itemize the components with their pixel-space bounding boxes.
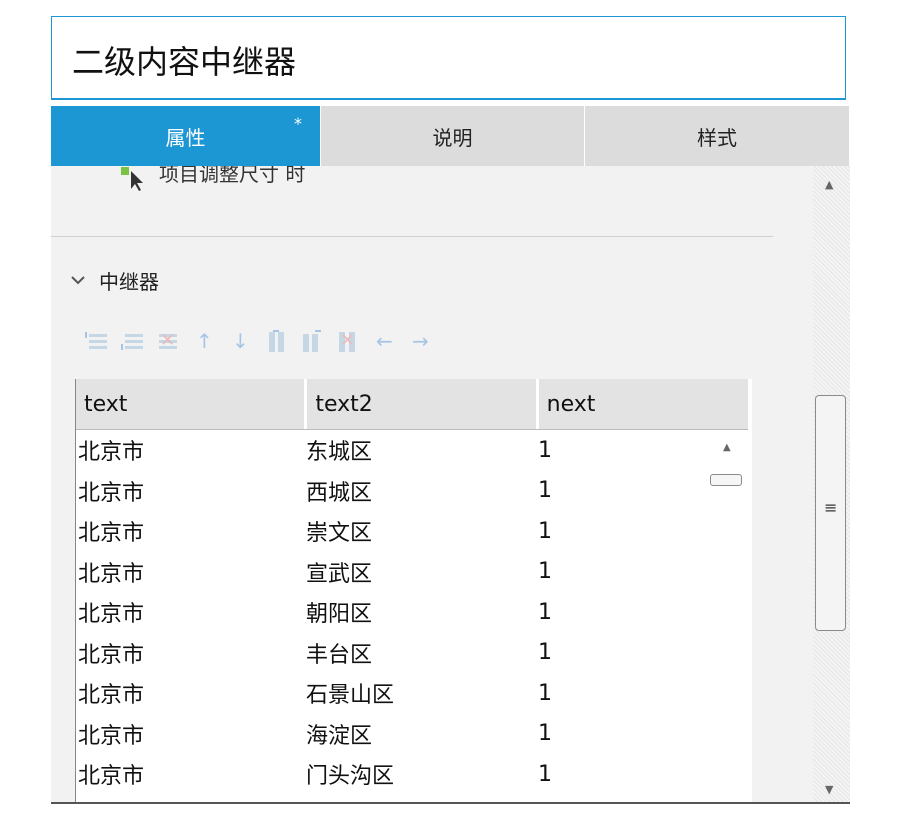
table-cell[interactable]: 1 (538, 721, 698, 746)
table-cell[interactable]: 石景山区 (306, 677, 538, 709)
repeater-toolbar: ✕ ↑ ↓ ✕ ← → (85, 330, 431, 352)
table-cell[interactable]: 1 (538, 478, 698, 503)
table-cell[interactable]: 北京市 (76, 556, 306, 588)
move-up-icon[interactable]: ↑ (193, 330, 215, 352)
grid-scroll-thumb[interactable] (710, 474, 742, 486)
delete-row-icon[interactable]: ✕ (157, 330, 179, 352)
insert-column-left-icon[interactable] (265, 330, 287, 352)
table-cell[interactable]: 北京市 (76, 515, 306, 547)
table-row: 北京市 宣武区 1 (76, 552, 706, 593)
column-header[interactable]: text (76, 379, 308, 429)
table-cell[interactable]: 宣武区 (306, 556, 538, 588)
column-header[interactable]: next (538, 379, 748, 429)
move-down-icon[interactable]: ↓ (229, 330, 251, 352)
table-cell[interactable]: 1 (538, 640, 698, 665)
tab-notes[interactable]: 说明 (321, 106, 585, 166)
table-row: 北京市 东城区 1 (76, 430, 706, 471)
table-row: 北京市 丰台区 1 (76, 633, 706, 674)
table-cell[interactable]: 西城区 (306, 475, 538, 507)
table-row: 北京市 崇文区 1 (76, 511, 706, 552)
column-header[interactable]: text2 (307, 379, 539, 429)
move-right-icon[interactable]: → (409, 330, 431, 352)
table-cell[interactable]: 1 (538, 559, 698, 584)
table-cell[interactable]: 北京市 (76, 758, 306, 790)
widget-name-field[interactable]: 二级内容中继器 (51, 16, 846, 100)
table-cell[interactable]: 北京市 (76, 596, 306, 628)
table-cell[interactable]: 朝阳区 (306, 596, 538, 628)
chevron-down-icon (71, 271, 85, 290)
tab-notes-label: 说明 (432, 125, 473, 150)
table-row: 北京市 西城区 1 (76, 471, 706, 512)
section-divider (51, 236, 773, 237)
table-cell[interactable]: 1 (538, 762, 698, 787)
grip-icon: ≡ (824, 498, 838, 517)
properties-panel: 项目调整尺寸 时 中继器 ✕ ↑ ↓ ✕ ← → text text2 next… (51, 166, 813, 802)
move-left-icon[interactable]: ← (373, 330, 395, 352)
table-cell[interactable]: 海淀区 (306, 718, 538, 750)
delete-column-icon[interactable]: ✕ (337, 330, 359, 352)
scroll-down-arrow-icon[interactable]: ▼ (825, 783, 833, 796)
modified-indicator: * (294, 114, 302, 133)
table-row: 北京市 石景山区 1 (76, 673, 706, 714)
grid-body: 北京市 东城区 1 北京市 西城区 1 北京市 崇文区 1 北京市 宣武区 1 … (76, 430, 706, 795)
table-cell[interactable]: 东城区 (306, 434, 538, 466)
table-cell[interactable]: 1 (538, 519, 698, 544)
table-cell[interactable]: 北京市 (76, 677, 306, 709)
table-cell[interactable]: 崇文区 (306, 515, 538, 547)
insert-column-right-icon[interactable] (301, 330, 323, 352)
inspector-tabs: 属性 * 说明 样式 (51, 106, 850, 166)
table-cell[interactable]: 北京市 (76, 637, 306, 669)
table-cell[interactable]: 1 (538, 681, 698, 706)
widget-name-text: 二级内容中继器 (72, 43, 297, 81)
grid-scrollbar[interactable]: ▲ (706, 430, 750, 802)
table-cell[interactable]: 1 (538, 600, 698, 625)
event-item-resize[interactable]: 项目调整尺寸 时 (121, 166, 305, 192)
repeater-section-header[interactable]: 中继器 (71, 266, 159, 295)
repeater-section-label: 中继器 (99, 270, 159, 294)
event-item-label: 项目调整尺寸 时 (159, 166, 306, 186)
tab-properties[interactable]: 属性 * (51, 106, 321, 166)
repeater-data-grid: text text2 next 北京市 东城区 1 北京市 西城区 1 北京市 … (75, 379, 752, 802)
insert-row-below-icon[interactable] (121, 330, 143, 352)
scroll-up-arrow-icon[interactable]: ▲ (825, 178, 833, 191)
panel-scroll-thumb[interactable]: ≡ (815, 395, 846, 631)
panel-scrollbar[interactable]: ▲ ≡ ▼ (813, 166, 850, 802)
scroll-up-arrow-icon[interactable]: ▲ (723, 442, 731, 453)
table-cell[interactable]: 丰台区 (306, 637, 538, 669)
table-row: 北京市 海淀区 1 (76, 714, 706, 755)
table-cell[interactable]: 北京市 (76, 718, 306, 750)
tab-style-label: 样式 (697, 125, 737, 150)
panel-bottom-border (51, 802, 850, 804)
insert-row-above-icon[interactable] (85, 330, 107, 352)
table-row: 北京市 朝阳区 1 (76, 592, 706, 633)
table-cell[interactable]: 北京市 (76, 475, 306, 507)
table-cell[interactable]: 北京市 (76, 434, 306, 466)
table-cell[interactable]: 门头沟区 (306, 758, 538, 790)
tab-properties-label: 属性 (165, 125, 206, 150)
cursor-action-icon (121, 167, 145, 191)
table-cell[interactable]: 1 (538, 438, 698, 463)
table-row: 北京市 门头沟区 1 (76, 754, 706, 795)
grid-header: text text2 next (76, 379, 748, 430)
tab-style[interactable]: 样式 (585, 106, 850, 166)
